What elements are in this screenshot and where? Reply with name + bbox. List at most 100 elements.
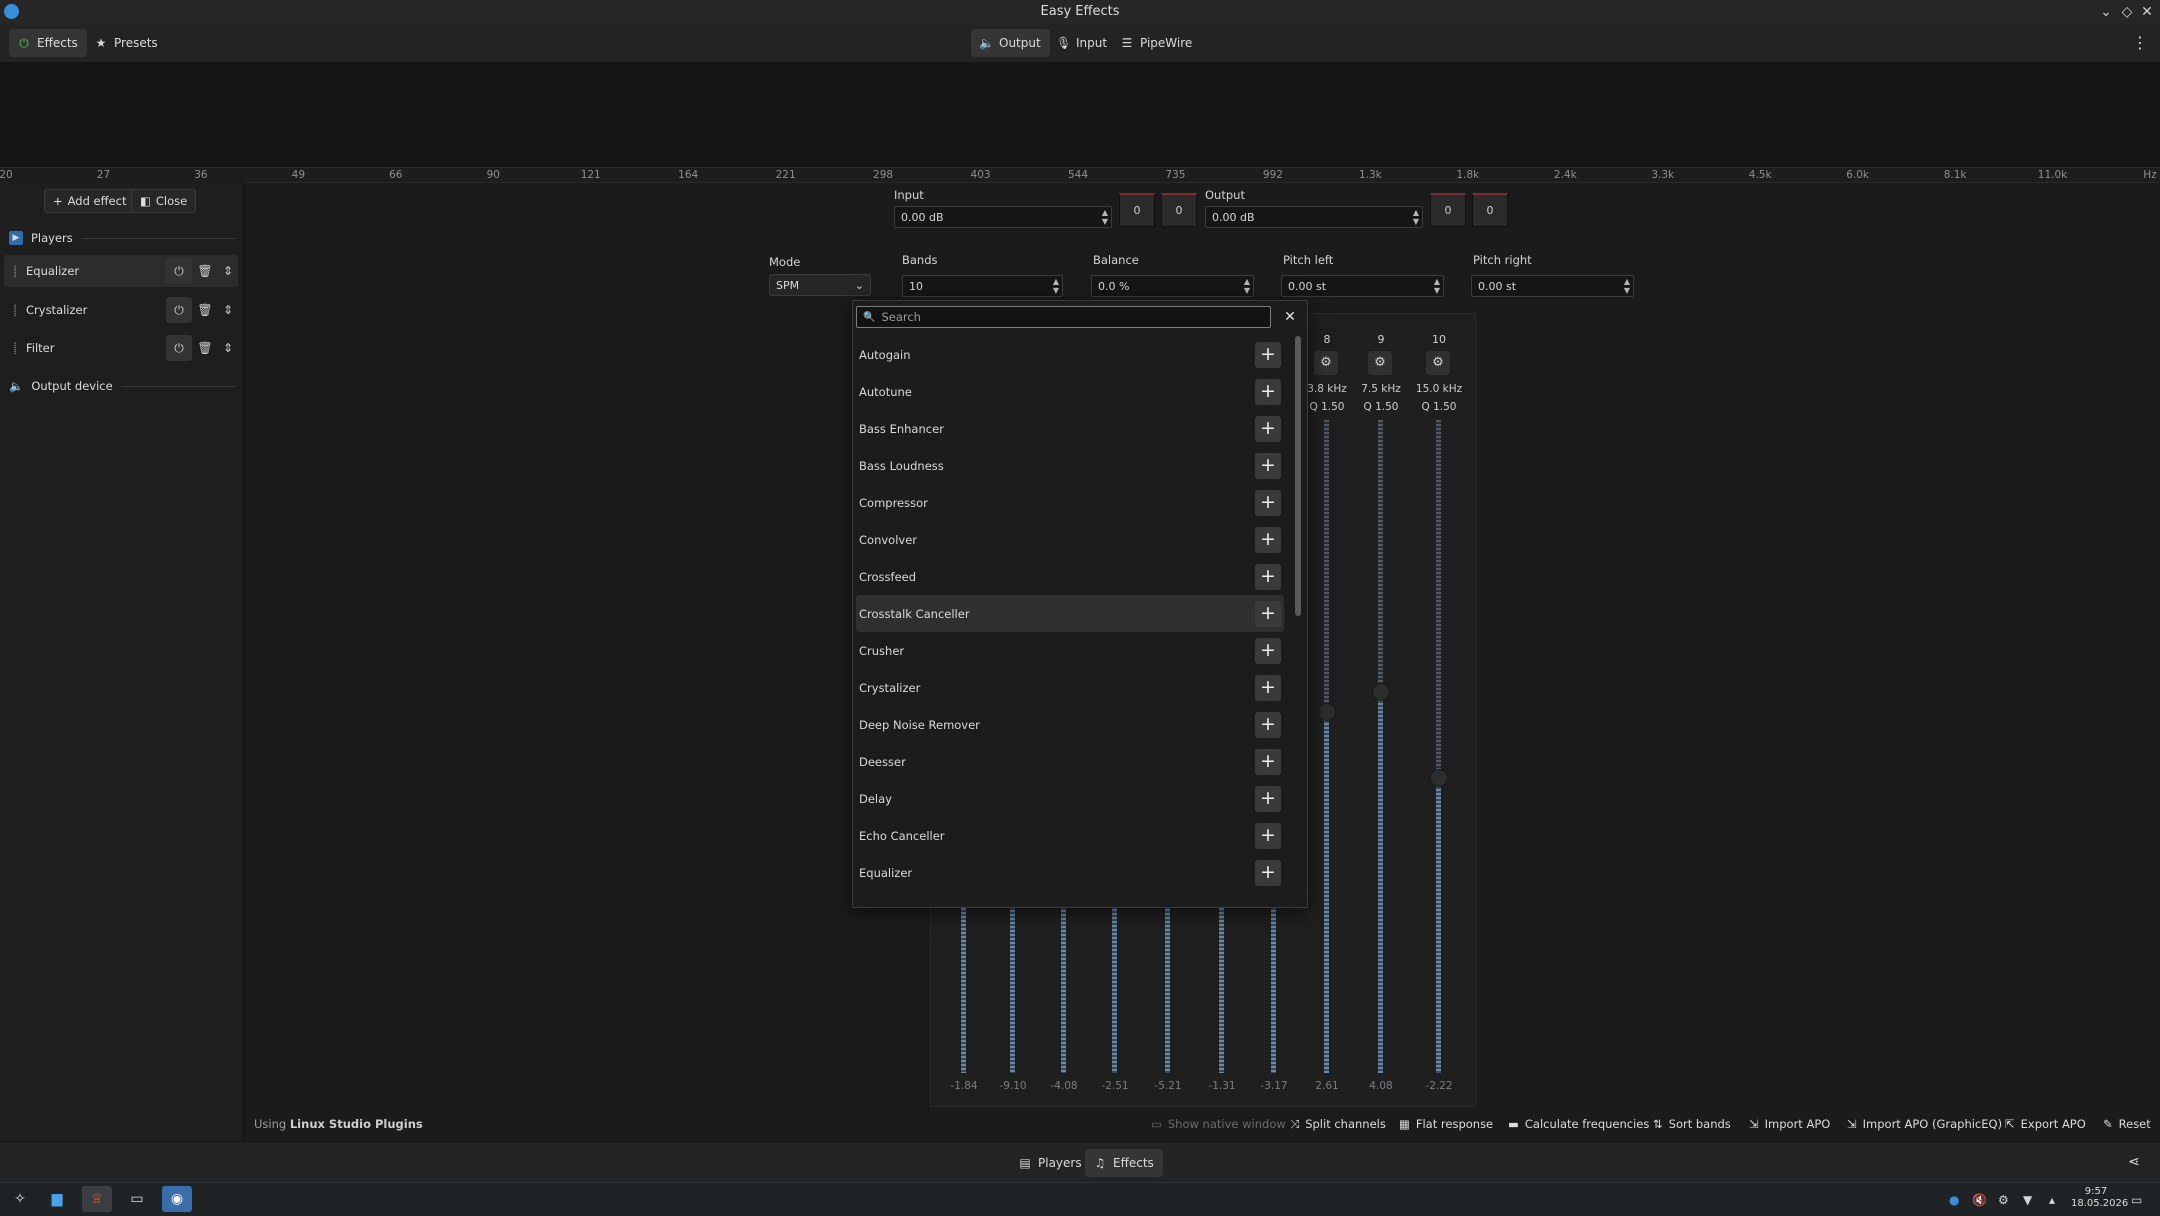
app-launcher-icon[interactable]: ✧ — [5, 1186, 35, 1212]
effect-list-item[interactable]: Bass Loudness + — [856, 447, 1284, 484]
players-section[interactable]: ▶ Players — [9, 227, 235, 249]
add-plus-icon[interactable]: + — [1255, 452, 1281, 479]
spin-arrows-icon[interactable]: ▲ ▼ — [1621, 277, 1633, 295]
power-toggle-icon[interactable]: ⏻ — [166, 335, 192, 361]
tray-expand-icon[interactable]: ▴ — [2049, 1193, 2055, 1207]
input-tab-button[interactable]: 🎙 Input — [1048, 29, 1116, 57]
terminal-icon[interactable]: ▭ — [122, 1186, 152, 1212]
network-icon[interactable]: ▼ — [2023, 1193, 2032, 1207]
pitch-right-spinbox[interactable]: 0.00 st ▲ ▼ — [1471, 275, 1634, 297]
reorder-icon[interactable]: ⇕ — [218, 258, 238, 284]
add-plus-icon[interactable]: + — [1255, 415, 1281, 442]
trash-icon[interactable]: 🗑 — [192, 335, 218, 361]
slider-knob[interactable] — [1372, 682, 1390, 701]
export-apo-button[interactable]: ⇱ Export APO — [2005, 1111, 2086, 1137]
sidebar-item-equalizer[interactable]: ⸽ Equalizer ⏻ 🗑 ⇕ — [4, 255, 238, 287]
effect-list-item[interactable]: Compressor + — [856, 484, 1284, 521]
flat-response-button[interactable]: ▦ Flat response — [1399, 1111, 1493, 1137]
effect-list-item[interactable]: Crusher + — [856, 632, 1284, 669]
add-plus-icon[interactable]: + — [1255, 674, 1281, 701]
search-input[interactable]: 🔍 Search — [856, 306, 1271, 328]
reorder-icon[interactable]: ⇕ — [218, 335, 238, 361]
bands-spinbox[interactable]: 10 ▲ ▼ — [902, 275, 1063, 297]
close-icon[interactable]: ✕ — [1281, 306, 1299, 328]
list-scrollbar[interactable] — [1295, 336, 1301, 616]
add-plus-icon[interactable]: + — [1255, 489, 1281, 516]
effect-list-item[interactable]: Deep Noise Remover + — [856, 706, 1284, 743]
add-plus-icon[interactable]: + — [1255, 822, 1281, 849]
reorder-icon[interactable]: ⇕ — [218, 297, 238, 323]
spin-arrows-icon[interactable]: ▲ ▼ — [1241, 277, 1253, 295]
spin-arrows-icon[interactable]: ▲ ▼ — [1431, 277, 1443, 295]
calculate-frequencies-button[interactable]: ▬ Calculate frequencies — [1508, 1111, 1649, 1137]
band-gain-slider[interactable] — [1372, 420, 1390, 1073]
drag-handle-icon[interactable]: ⸽ — [4, 264, 26, 279]
trash-icon[interactable]: 🗑 — [192, 258, 218, 284]
mode-select[interactable]: SPM ⌄ — [769, 274, 871, 296]
band-gain-slider[interactable] — [1430, 420, 1448, 1073]
easy-effects-task-icon[interactable]: ◉ — [162, 1186, 192, 1212]
add-plus-icon[interactable]: + — [1255, 600, 1281, 627]
spin-arrows-icon[interactable]: ▲ ▼ — [1099, 208, 1111, 226]
import-apo-graphic-button[interactable]: ⇲ Import APO (GraphicEQ) — [1847, 1111, 2002, 1137]
show-native-window-button[interactable]: ▭ Show native window — [1151, 1111, 1286, 1137]
pipewire-tab-button[interactable]: ☰ PipeWire — [1112, 29, 1201, 57]
reset-button[interactable]: ✎ Reset — [2103, 1111, 2151, 1137]
close-button[interactable]: ◧ Close — [131, 189, 197, 213]
add-plus-icon[interactable]: + — [1255, 378, 1281, 405]
slider-knob[interactable] — [1430, 768, 1448, 787]
input-gain-spinbox[interactable]: 0.00 dB ▲ ▼ — [894, 206, 1112, 228]
drag-handle-icon[interactable]: ⸽ — [4, 341, 26, 356]
band-settings-gear-icon[interactable]: ⚙ — [1314, 351, 1338, 375]
output-device-section[interactable]: 🔈 Output device — [9, 375, 235, 397]
band-settings-gear-icon[interactable]: ⚙ — [1368, 351, 1392, 375]
muted-speaker-icon[interactable]: 🔇 — [1972, 1193, 1987, 1207]
split-channels-button[interactable]: ⤨ Split channels — [1290, 1111, 1386, 1137]
players-view-button[interactable]: ▤ Players — [1010, 1149, 1091, 1177]
pitch-left-spinbox[interactable]: 0.00 st ▲ ▼ — [1281, 275, 1444, 297]
output-gain-spinbox[interactable]: 0.00 dB ▲ ▼ — [1205, 206, 1423, 228]
effect-list-item[interactable]: Echo Canceller + — [856, 817, 1284, 854]
band-gain-slider[interactable] — [1318, 420, 1336, 1073]
add-plus-icon[interactable]: + — [1255, 785, 1281, 812]
add-plus-icon[interactable]: + — [1255, 711, 1281, 738]
sort-bands-button[interactable]: ⇅ Sort bands — [1653, 1111, 1731, 1137]
add-plus-icon[interactable]: + — [1255, 563, 1281, 590]
easy-effects-tray-icon[interactable]: ● — [1949, 1193, 1959, 1207]
effect-list-item[interactable]: Autotune + — [856, 373, 1284, 410]
band-settings-gear-icon[interactable]: ⚙ — [1426, 351, 1450, 375]
output-tab-button[interactable]: 🔈 Output — [971, 29, 1050, 57]
effects-view-button[interactable]: ♫ Effects — [1085, 1149, 1163, 1177]
drag-handle-icon[interactable]: ⸽ — [4, 303, 26, 318]
effect-list-item[interactable]: Equalizer + — [856, 854, 1284, 891]
slider-knob[interactable] — [1318, 702, 1336, 721]
add-plus-icon[interactable]: + — [1255, 859, 1281, 886]
add-effect-button[interactable]: + Add effect — [44, 189, 136, 213]
spin-arrows-icon[interactable]: ▲ ▼ — [1050, 277, 1062, 295]
power-toggle-icon[interactable]: ⏻ — [166, 258, 192, 284]
share-icon[interactable]: ⋖ — [2128, 1154, 2140, 1170]
effect-list-item[interactable]: Deesser + — [856, 743, 1284, 780]
trash-icon[interactable]: 🗑 — [192, 297, 218, 323]
add-plus-icon[interactable]: + — [1255, 526, 1281, 553]
add-plus-icon[interactable]: + — [1255, 341, 1281, 368]
effects-tab-button[interactable]: ⏻ Effects — [9, 29, 87, 57]
file-manager-icon[interactable]: ▆ — [42, 1186, 72, 1212]
effect-list-item[interactable]: Autogain + — [856, 336, 1284, 373]
presets-tab-button[interactable]: ★ Presets — [86, 29, 167, 57]
effect-list-item[interactable]: Bass Enhancer + — [856, 410, 1284, 447]
sidebar-item-filter[interactable]: ⸽ Filter ⏻ 🗑 ⇕ — [4, 332, 238, 364]
browser-icon[interactable]: ♕ — [82, 1186, 112, 1212]
spin-arrows-icon[interactable]: ▲ ▼ — [1410, 208, 1422, 226]
import-apo-button[interactable]: ⇲ Import APO — [1749, 1111, 1830, 1137]
clock[interactable]: 9:57 18.05.2026 — [2071, 1186, 2128, 1210]
maximize-icon[interactable]: ◇ — [2117, 2, 2137, 22]
notifications-icon[interactable]: ▭ — [2131, 1193, 2142, 1207]
sidebar-item-crystalizer[interactable]: ⸽ Crystalizer ⏻ 🗑 ⇕ — [4, 294, 238, 326]
power-toggle-icon[interactable]: ⏻ — [166, 297, 192, 323]
effect-list-item[interactable]: Crystalizer + — [856, 669, 1284, 706]
minimize-icon[interactable]: ⌄ — [2096, 2, 2116, 22]
menu-kebab-icon[interactable]: ⋮ — [2132, 31, 2148, 55]
close-icon[interactable]: ✕ — [2137, 2, 2157, 22]
effect-list-item[interactable]: Crosstalk Canceller + — [856, 595, 1284, 632]
